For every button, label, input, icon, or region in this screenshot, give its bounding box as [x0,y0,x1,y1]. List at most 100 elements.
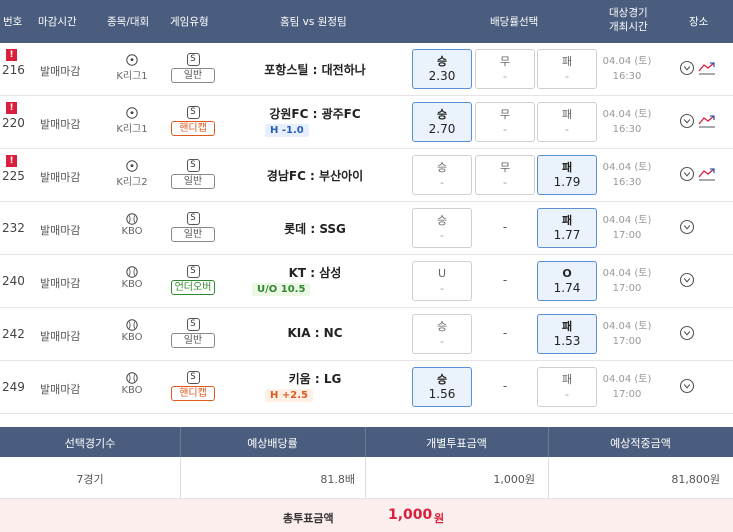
trend-chart-icon[interactable] [697,113,717,132]
game-type-badge: 핸디캡 [171,386,215,401]
location-pin-icon[interactable] [679,219,695,238]
game-type-cell: S 일반 [167,51,219,83]
odds-draw-button[interactable]: 무- [475,102,535,142]
match-date: 04.04 (토) [602,162,652,173]
odds-win-value: 2.70 [428,122,456,136]
odds-win-button[interactable]: U- [412,261,472,301]
odds-win-button[interactable]: 승- [412,155,472,195]
odds-draw-value: - [503,176,507,189]
odds-lose-value: - [565,123,569,136]
league-cell: K리그1 [112,54,152,82]
s-badge: S [186,371,200,384]
match-time-cell: 04.04 (토) 16:30 [602,107,652,137]
game-type-badge: 일반 [171,68,215,83]
location-pin-icon[interactable] [679,113,695,132]
match-time-cell: 04.04 (토) 16:30 [602,54,652,84]
league-name: K리그1 [116,124,148,135]
baseball-icon [112,372,152,384]
match-date: 04.04 (토) [602,56,652,67]
match-number-cell: 242 [2,327,30,341]
odds-win-button[interactable]: 승 1.56 [412,367,472,407]
odds-win-value: 2.30 [428,69,456,83]
league-cell: K리그1 [112,107,152,135]
odds-lose-button[interactable]: 패 1.77 [537,208,597,248]
match-time: 16:30 [612,71,642,82]
match-number: 240 [2,274,25,288]
match-date: 04.04 (토) [602,109,652,120]
odds-win-value: - [440,282,444,295]
s-badge: S [186,212,200,225]
odds-win-label: 승 [436,55,448,68]
odds-draw-value: - [503,123,507,136]
odds-draw-button[interactable]: 무- [475,155,535,195]
summary-row: 7경기 81.8배 1,000원 81,800원 [0,457,733,499]
baseball-icon [112,213,152,225]
header-no: 번호 [3,16,23,28]
match-row: 242 발매마감 KBO S 일반 KIA : NC 승 - - 패 1.53 04.04 (토) 17… [0,308,733,361]
header-type: 게임유형 [170,16,209,28]
odds-lose-value: 1.53 [553,334,581,348]
odds-lose-label: 패 [561,320,573,333]
odds-draw-button[interactable]: 무- [475,49,535,89]
expected-odds: 81.8배 [320,473,355,486]
trend-chart-icon[interactable] [697,166,717,185]
odds-win-value: - [440,229,444,242]
location-pin-icon[interactable] [679,166,695,185]
odds-draw-value: - [502,220,508,234]
match-date: 04.04 (토) [602,215,652,226]
match-number: 249 [2,380,25,394]
trend-chart-icon[interactable] [697,60,717,79]
odds-lose-button[interactable]: 패- [537,102,597,142]
match-number-cell: ! 216 [2,49,30,77]
odds-lose-button[interactable]: 패 1.79 [537,155,597,195]
close-status: 발매마감 [40,277,81,290]
match-number-cell: ! 225 [2,155,30,183]
odds-lose-value: 1.77 [553,228,581,242]
match-row: ! 220 발매마감 K리그1 S 핸디캡 강원FC : 광주FC H -1.0 승 2.70 무 -… [0,96,733,149]
alert-icon: ! [6,155,17,167]
location-pin-icon[interactable] [679,60,695,79]
game-type-cell: S 일반 [167,157,219,189]
game-type-badge: 핸디캡 [171,121,215,136]
odds-lose-button[interactable]: 패- [537,367,597,407]
match-number-cell: 249 [2,380,30,394]
odds-win-label: 승 [436,108,448,121]
odds-lose-label: 패 [561,373,573,386]
league-name: KBO [121,385,143,396]
header-close: 마감시간 [38,16,77,28]
odds-lose-button[interactable]: 패 1.53 [537,314,597,354]
s-badge: S [186,53,200,66]
total-label: 총투표금액 [283,512,334,525]
location-pin-icon[interactable] [679,325,695,344]
match-teams: KT : 삼성 [288,266,342,280]
odds-lose-button[interactable]: O 1.74 [537,261,597,301]
game-type-badge: 언더오버 [171,280,215,295]
odds-lose-button[interactable]: 패- [537,49,597,89]
game-type-cell: S 언더오버 [167,263,219,295]
odds-win-button[interactable]: 승 2.70 [412,102,472,142]
s-badge: S [186,318,200,331]
match-time-cell: 04.04 (토) 16:30 [602,160,652,190]
match-time: 17:00 [612,230,642,241]
odds-win-button[interactable]: 승- [412,208,472,248]
place-cell [676,325,726,345]
location-pin-icon[interactable] [679,272,695,291]
match-number: 220 [2,116,25,130]
summary-header-count: 선택경기수 [64,437,116,450]
selected-count: 7경기 [76,473,104,486]
summary-header: 선택경기수 예상배당률 개별투표금액 예상적중금액 [0,427,733,457]
odds-win-button[interactable]: 승- [412,314,472,354]
summary-header-win: 예상적중금액 [610,437,671,450]
match-number: 232 [2,221,25,235]
league-name: K리그1 [116,71,148,82]
alert-icon: ! [6,102,17,114]
odds-lose-label: 패 [561,161,573,174]
header-match: 홈팀 vs 원정팀 [280,16,347,28]
league-cell: K리그2 [112,160,152,188]
match-teams: 강원FC : 광주FC [269,107,361,121]
close-status: 발매마감 [40,118,81,131]
odds-win-button[interactable]: 승 2.30 [412,49,472,89]
match-number-cell: 240 [2,274,30,288]
location-pin-icon[interactable] [679,378,695,397]
match-time: 17:00 [612,283,642,294]
